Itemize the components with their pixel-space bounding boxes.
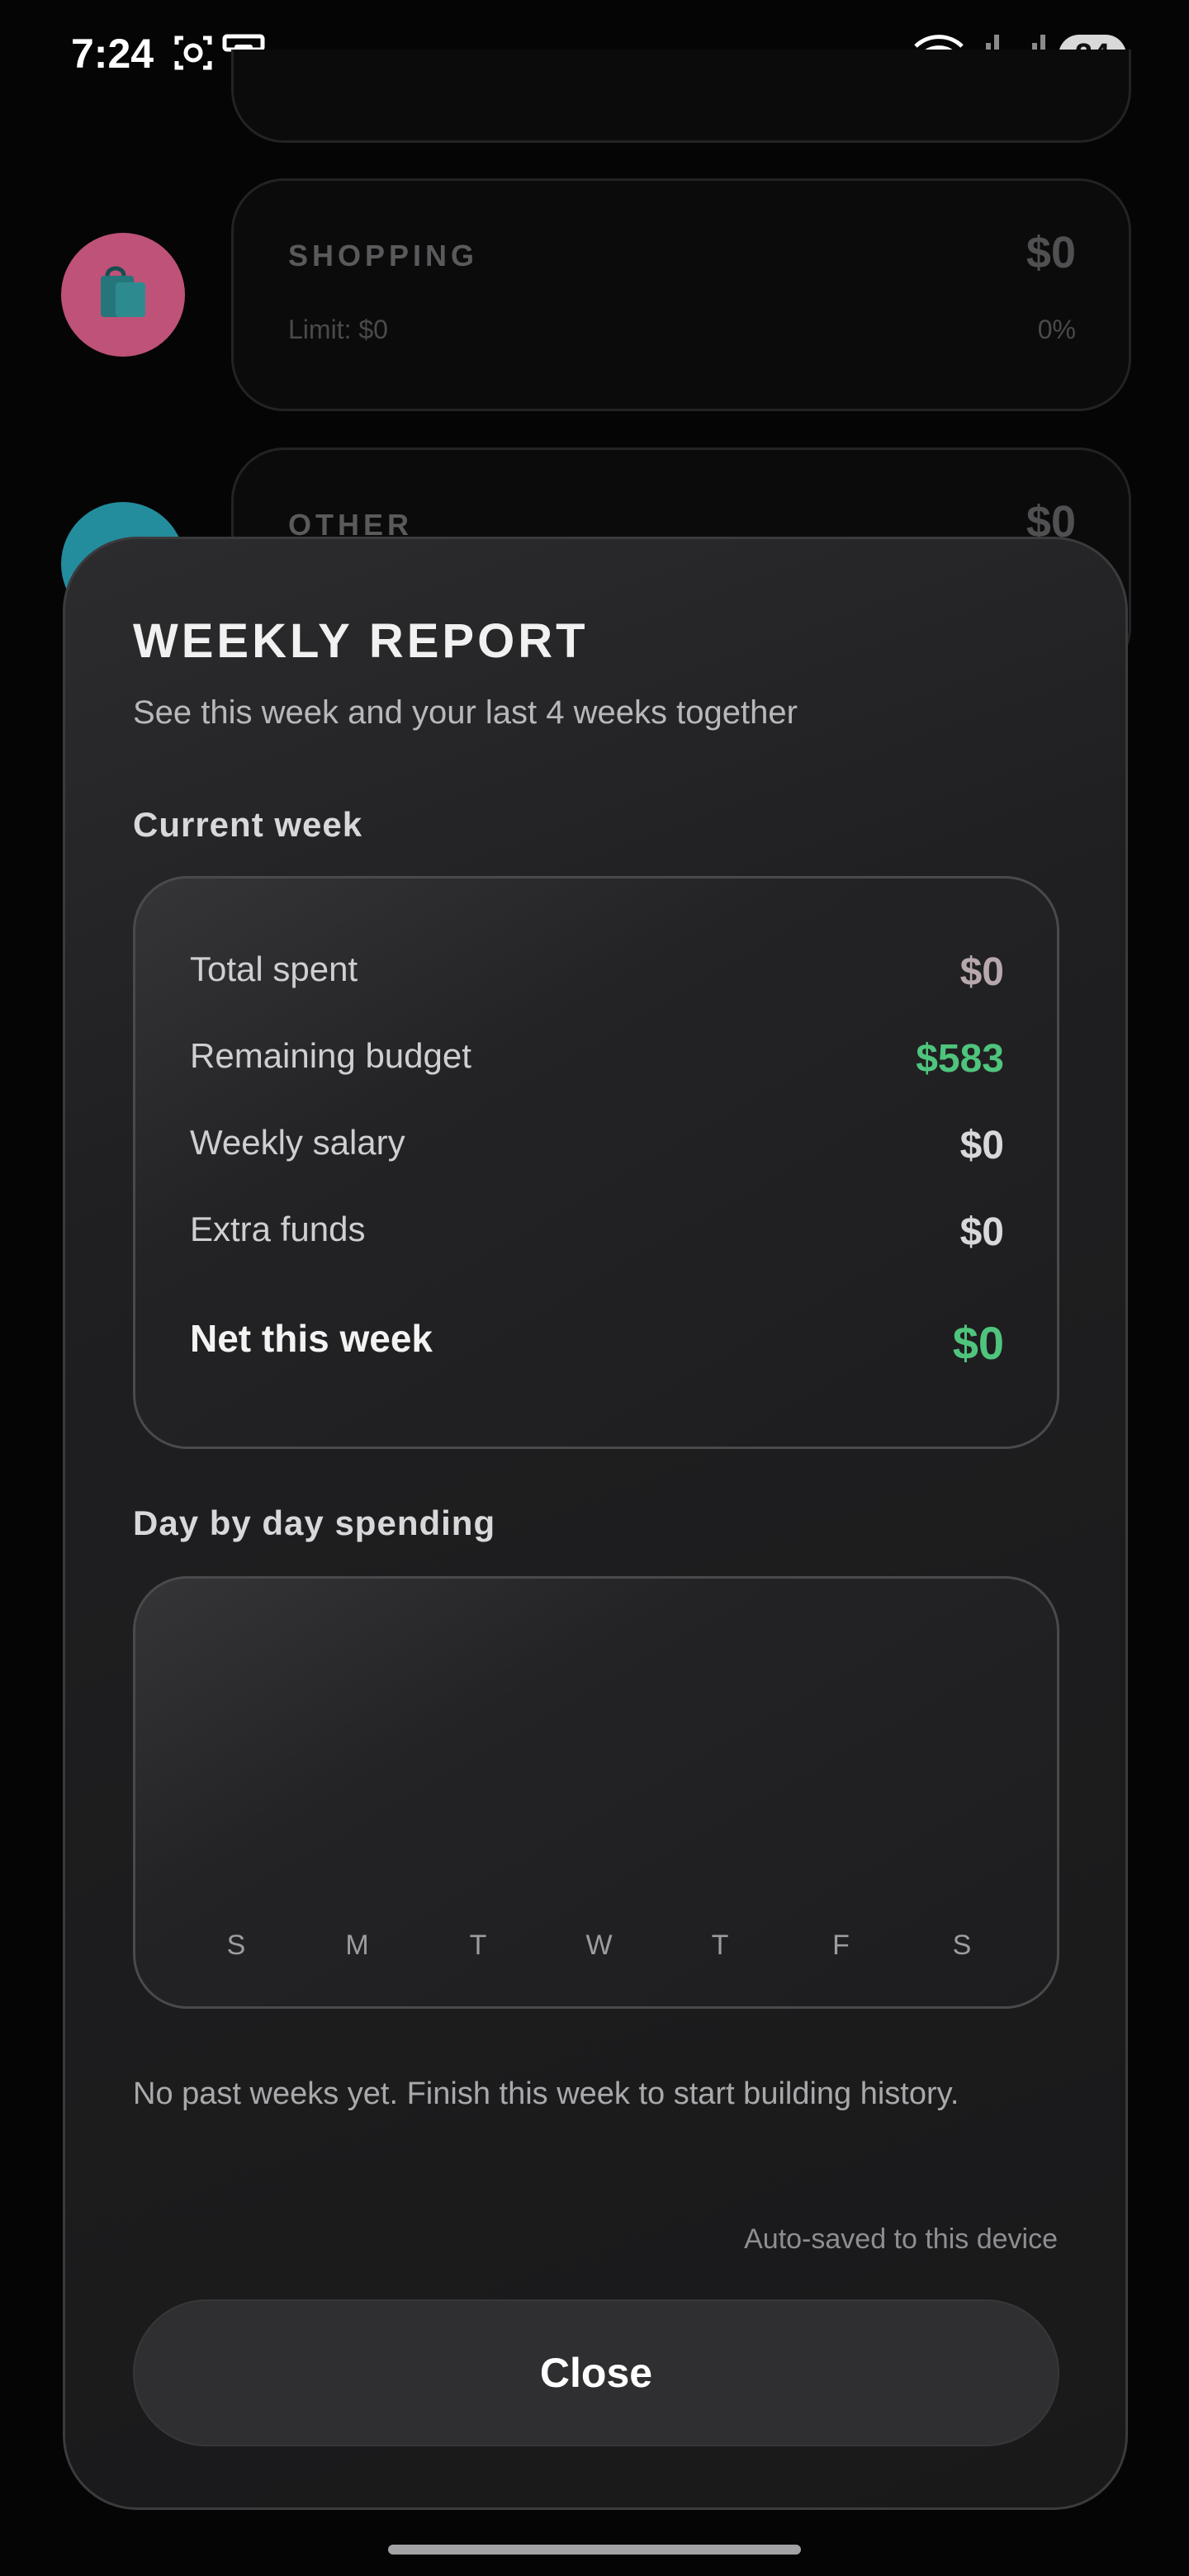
row-label: Weekly salary bbox=[190, 1123, 405, 1162]
current-week-panel: Total spent $0 Remaining budget $583 Wee… bbox=[133, 876, 1059, 1449]
day-tick-label: M bbox=[345, 1930, 369, 1961]
row-value: $0 bbox=[952, 1317, 1004, 1369]
row-weekly-salary: Weekly salary $0 bbox=[190, 1123, 1004, 1172]
row-label: Net this week bbox=[190, 1317, 433, 1360]
category-amount: $0 bbox=[1026, 228, 1076, 277]
row-remaining-budget: Remaining budget $583 bbox=[190, 1036, 1004, 1086]
category-name: SHOPPING bbox=[288, 239, 479, 272]
row-label: Remaining budget bbox=[190, 1036, 471, 1075]
close-button[interactable]: Close bbox=[133, 2299, 1059, 2446]
day-tick-label: T bbox=[469, 1930, 487, 1961]
row-label: Total spent bbox=[190, 949, 358, 988]
status-time: 7:24 bbox=[71, 31, 154, 77]
day-axis: SMTWTFS bbox=[135, 1930, 1057, 1971]
row-total-spent: Total spent $0 bbox=[190, 949, 1004, 999]
day-tick-label: W bbox=[585, 1930, 613, 1961]
day-tick-label: T bbox=[711, 1930, 729, 1961]
weekly-report-sheet: WEEKLY REPORT See this week and your las… bbox=[63, 537, 1128, 2510]
day-tick-label: F bbox=[832, 1930, 850, 1961]
row-extra-funds: Extra funds $0 bbox=[190, 1210, 1004, 1259]
history-note: No past weeks yet. Finish this week to s… bbox=[133, 2076, 959, 2111]
row-label: Extra funds bbox=[190, 1210, 366, 1248]
day-tick-label: S bbox=[226, 1930, 246, 1961]
day-tick-label: S bbox=[952, 1930, 972, 1961]
sheet-title: WEEKLY REPORT bbox=[133, 614, 589, 668]
shopping-bag-icon bbox=[101, 266, 145, 317]
category-card-previous[interactable] bbox=[231, 50, 1131, 143]
day-chart-label: Day by day spending bbox=[133, 1503, 496, 1542]
row-value: $0 bbox=[959, 1124, 1004, 1167]
current-week-label: Current week bbox=[133, 805, 363, 844]
category-limit: Limit: $0 bbox=[288, 315, 388, 344]
row-net-this-week: Net this week $0 bbox=[190, 1316, 1004, 1369]
day-by-day-chart: SMTWTFS bbox=[133, 1576, 1059, 2009]
category-icon-shopping bbox=[61, 233, 185, 357]
sheet-subtitle: See this week and your last 4 weeks toge… bbox=[133, 694, 798, 731]
row-value: $0 bbox=[959, 1210, 1004, 1254]
category-percent: 0% bbox=[1037, 315, 1076, 344]
category-card-shopping[interactable]: SHOPPING $0 Limit: $0 0% bbox=[231, 178, 1131, 411]
home-indicator[interactable] bbox=[388, 2545, 801, 2555]
screenshot-icon bbox=[173, 33, 213, 77]
autosave-text: Auto-saved to this device bbox=[744, 2223, 1058, 2255]
row-value: $0 bbox=[959, 950, 1004, 994]
row-value: $583 bbox=[916, 1037, 1004, 1081]
